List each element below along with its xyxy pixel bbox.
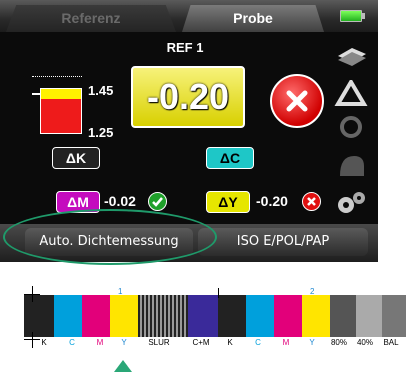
tab-referenz[interactable]: Referenz [6, 5, 176, 32]
scale-bottom-value: 1.25 [88, 125, 114, 140]
crosshair-bottom [32, 332, 33, 348]
shape-icon[interactable] [334, 152, 368, 178]
patch-slur [138, 295, 188, 337]
reference-title: REF 1 [166, 40, 204, 55]
patch-cm [188, 295, 218, 337]
patch-80 [330, 295, 356, 337]
check-icon [148, 192, 167, 211]
battery-icon [340, 10, 365, 22]
color-bar-strip [24, 295, 406, 337]
sync-icon[interactable] [334, 114, 368, 140]
small-fail-icon [302, 192, 321, 211]
fail-icon [270, 74, 324, 128]
patch-c1 [54, 295, 82, 337]
density-swatch [40, 88, 82, 134]
gears-icon[interactable] [334, 190, 368, 216]
crosshair-bottom-h [24, 339, 40, 340]
strip-label: M [96, 338, 104, 347]
delta-y-value: -0.20 [256, 193, 288, 209]
strip-label: C [255, 338, 261, 347]
strip-label: BAL [383, 338, 399, 347]
highlight-ellipse [3, 209, 217, 265]
patch-40 [356, 295, 382, 337]
stack-icon[interactable] [334, 42, 368, 68]
strip-label: 40% [356, 338, 373, 347]
tab-bar: Referenz Probe [0, 0, 378, 32]
iso-mode-button[interactable]: ISO E/POL/PAP [198, 228, 368, 256]
strip-label: C [69, 338, 75, 347]
scale-top-value: 1.45 [88, 83, 114, 98]
strip-label: K [227, 338, 233, 347]
crosshair-top-h [24, 294, 40, 295]
strip-label: 80% [330, 338, 347, 347]
delta-k-button[interactable]: ΔK [52, 147, 100, 169]
group-number-1: 1 [118, 287, 123, 296]
group-number-2: 2 [310, 287, 315, 296]
triangle-icon[interactable] [334, 78, 368, 106]
strip-label: SLUR [148, 338, 170, 347]
position-marker [114, 360, 132, 372]
strip-label: Y [309, 338, 315, 347]
delta-m-value: -0.02 [104, 193, 136, 209]
delta-y-button[interactable]: ΔY [206, 191, 250, 213]
delta-c-button[interactable]: ΔC [206, 147, 254, 169]
strip-label: C+M [192, 338, 210, 347]
patch-m1 [82, 295, 110, 337]
main-value-display: -0.20 [131, 66, 245, 128]
patch-k1 [24, 295, 54, 337]
tab-probe[interactable]: Probe [182, 5, 324, 32]
strip-label: Y [121, 338, 127, 347]
center-mark [218, 288, 219, 298]
patch-k2 [218, 295, 246, 337]
patch-m2 [274, 295, 302, 337]
strip-label: M [282, 338, 290, 347]
patch-y1 [110, 295, 138, 337]
patch-c2 [246, 295, 274, 337]
patch-y2 [302, 295, 330, 337]
patch-bal [382, 295, 406, 337]
scale-upper-line [32, 76, 82, 77]
